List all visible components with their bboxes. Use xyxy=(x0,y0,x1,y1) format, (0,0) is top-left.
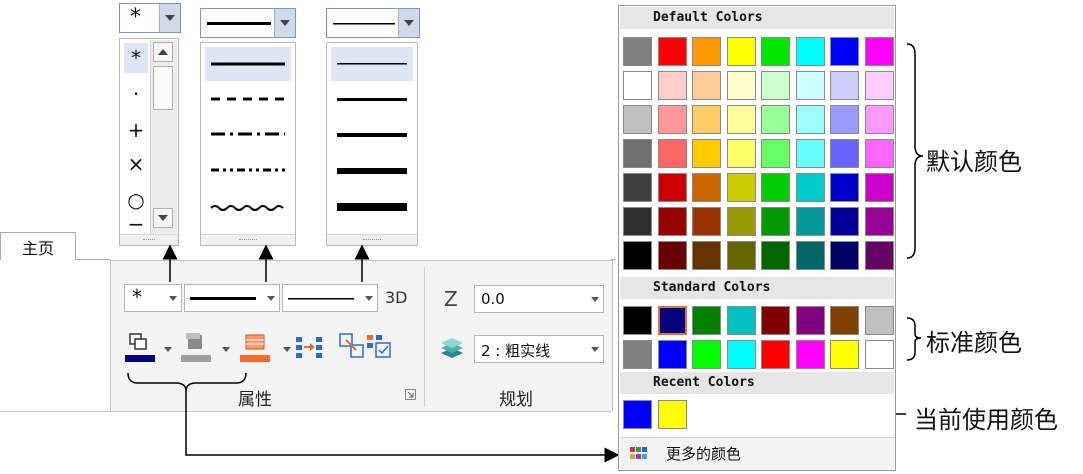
color-swatch[interactable] xyxy=(795,207,825,236)
color-swatch[interactable] xyxy=(761,340,790,369)
color-swatch[interactable] xyxy=(657,71,687,100)
color-swatch[interactable] xyxy=(761,139,790,168)
color-swatch[interactable] xyxy=(623,340,652,369)
color-swatch[interactable] xyxy=(864,37,894,66)
color-swatch[interactable] xyxy=(726,340,756,369)
color-swatch[interactable] xyxy=(795,306,825,335)
color-swatch[interactable] xyxy=(795,340,825,369)
color-swatch[interactable] xyxy=(692,241,721,270)
color-swatch[interactable] xyxy=(761,37,790,66)
color-swatch[interactable] xyxy=(795,173,825,202)
color-swatch[interactable] xyxy=(623,37,652,66)
color-swatch[interactable] xyxy=(864,207,894,236)
color-picker-popup: Default Colors Standard Colors Recent Co… xyxy=(618,5,896,471)
color-swatch[interactable] xyxy=(726,71,756,100)
annotation-current-colors: 当前使用颜色 xyxy=(914,406,1058,434)
color-swatch[interactable] xyxy=(657,105,687,134)
color-swatch[interactable] xyxy=(657,340,687,369)
color-swatch[interactable] xyxy=(795,37,825,66)
color-swatch[interactable] xyxy=(692,207,721,236)
color-swatch[interactable] xyxy=(623,139,652,168)
recent-color-swatch[interactable] xyxy=(623,400,652,429)
color-swatch[interactable] xyxy=(830,173,859,202)
color-swatch[interactable] xyxy=(761,105,790,134)
color-swatch[interactable] xyxy=(692,71,721,100)
recent-color-swatch[interactable] xyxy=(657,400,687,429)
color-swatch[interactable] xyxy=(830,306,859,335)
color-swatch[interactable] xyxy=(726,241,756,270)
color-swatch[interactable] xyxy=(864,306,894,335)
color-swatch[interactable] xyxy=(623,71,652,100)
color-swatch[interactable] xyxy=(726,306,756,335)
color-swatch[interactable] xyxy=(657,37,687,66)
color-swatch[interactable] xyxy=(657,139,687,168)
color-swatch[interactable] xyxy=(726,173,756,202)
color-swatch[interactable] xyxy=(726,207,756,236)
color-swatch[interactable] xyxy=(692,173,721,202)
color-swatch[interactable] xyxy=(830,105,859,134)
color-swatch[interactable] xyxy=(830,241,859,270)
color-swatch[interactable] xyxy=(795,71,825,100)
color-swatch[interactable] xyxy=(761,173,790,202)
color-swatch[interactable] xyxy=(726,105,756,134)
color-swatch[interactable] xyxy=(761,207,790,236)
color-swatch[interactable] xyxy=(623,105,652,134)
color-swatch[interactable] xyxy=(726,139,756,168)
color-swatch[interactable] xyxy=(864,173,894,202)
color-swatch[interactable] xyxy=(726,37,756,66)
color-swatch[interactable] xyxy=(692,340,721,369)
color-swatch[interactable] xyxy=(657,173,687,202)
color-swatch[interactable] xyxy=(657,306,687,335)
color-swatch[interactable] xyxy=(623,241,652,270)
color-swatch[interactable] xyxy=(795,241,825,270)
color-swatch[interactable] xyxy=(692,139,721,168)
color-swatch[interactable] xyxy=(623,306,652,335)
annotation-default-colors: 默认颜色 xyxy=(926,148,1022,176)
recent-colors-header: Recent Colors xyxy=(620,372,894,394)
color-swatch[interactable] xyxy=(795,139,825,168)
color-swatch[interactable] xyxy=(692,306,721,335)
color-swatch[interactable] xyxy=(692,105,721,134)
color-swatch[interactable] xyxy=(795,105,825,134)
color-swatch[interactable] xyxy=(864,71,894,100)
color-swatch[interactable] xyxy=(864,105,894,134)
color-swatch[interactable] xyxy=(864,241,894,270)
annotation-standard-colors: 标准颜色 xyxy=(926,329,1022,357)
color-swatch[interactable] xyxy=(657,207,687,236)
color-swatch[interactable] xyxy=(864,340,894,369)
more-colors-button[interactable]: 更多的颜色 xyxy=(620,437,894,469)
color-swatch[interactable] xyxy=(623,207,652,236)
standard-colors-header: Standard Colors xyxy=(620,277,894,299)
palette-icon xyxy=(630,447,647,459)
color-swatch[interactable] xyxy=(657,241,687,270)
color-swatch[interactable] xyxy=(830,207,859,236)
color-swatch[interactable] xyxy=(864,139,894,168)
color-swatch[interactable] xyxy=(692,37,721,66)
color-swatch[interactable] xyxy=(623,173,652,202)
default-colors-header: Default Colors xyxy=(620,7,894,29)
color-swatch[interactable] xyxy=(830,139,859,168)
color-swatch[interactable] xyxy=(830,37,859,66)
color-swatch[interactable] xyxy=(761,71,790,100)
color-swatch[interactable] xyxy=(761,306,790,335)
color-swatch[interactable] xyxy=(761,241,790,270)
color-swatch[interactable] xyxy=(830,71,859,100)
color-swatch[interactable] xyxy=(830,340,859,369)
